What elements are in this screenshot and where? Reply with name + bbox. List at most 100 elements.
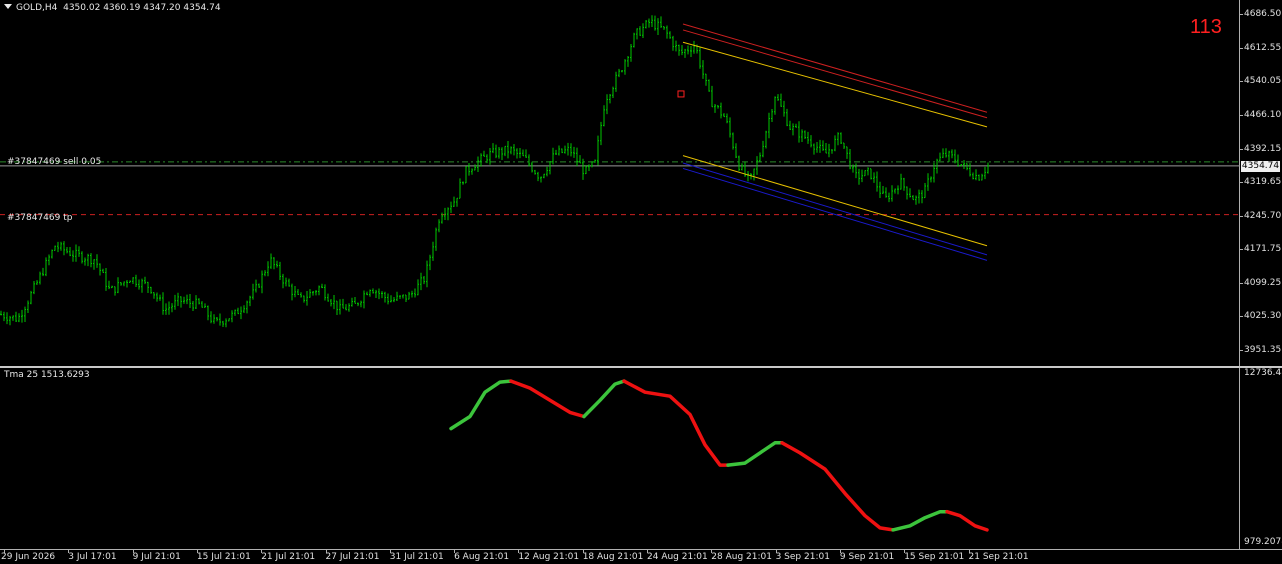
price-bar (597, 135, 599, 166)
price-bar (873, 172, 875, 183)
price-bar (21, 309, 23, 323)
price-bar (318, 285, 320, 296)
price-bar (351, 297, 353, 307)
price-tick-label: 4686.50 (1244, 9, 1282, 20)
price-bar (288, 278, 290, 287)
price-bar (540, 176, 542, 183)
price-bar (243, 305, 245, 313)
price-bar (387, 293, 389, 305)
price-bar (117, 277, 119, 294)
price-bar (24, 306, 26, 322)
price-bar (57, 241, 59, 253)
candlestick-bars (0, 15, 989, 328)
price-bar (111, 285, 113, 289)
price-bar (231, 310, 233, 323)
price-bar (891, 185, 893, 202)
regression-channel-line-red (682, 29, 988, 119)
price-axis[interactable]: 4686.50 4612.55 4540.05 4466.10 4392.15 4319.… (1239, 0, 1282, 366)
price-bar (615, 71, 617, 92)
price-bar (951, 149, 953, 159)
price-bar (429, 254, 431, 271)
close-price: 4354.74 (183, 3, 221, 13)
time-tick-label: 12 Aug 21:01 (518, 552, 580, 562)
price-chart-area[interactable]: GOLD,H4 4350.02 4360.19 4347.20 4354.74 … (0, 0, 1240, 366)
time-tick-label: 31 Jul 21:01 (389, 552, 444, 562)
price-tick-mark (1239, 316, 1243, 318)
price-tick-label: 4392.15 (1244, 143, 1282, 154)
price-bar (54, 245, 56, 251)
time-tick-label: 9 Jul 21:01 (132, 552, 181, 562)
price-bar (570, 143, 572, 157)
price-bar (339, 299, 341, 315)
price-bar (915, 195, 917, 205)
price-bar (99, 263, 101, 276)
price-bar (375, 289, 377, 299)
price-bar (660, 16, 662, 28)
price-bar (510, 146, 512, 155)
time-axis[interactable]: 29 Jun 2026 3 Jul 17:01 9 Jul 21:01 15 Jul … (0, 549, 1282, 564)
price-bar (714, 103, 716, 113)
price-bar (561, 148, 563, 154)
price-bar (690, 45, 692, 57)
price-bar (72, 250, 74, 262)
price-bar (144, 276, 146, 285)
price-bar (684, 48, 686, 58)
dropdown-triangle-icon[interactable] (4, 4, 12, 9)
price-bar (702, 60, 704, 79)
price-bar (66, 247, 68, 254)
price-bar (864, 170, 866, 177)
price-bar (942, 148, 944, 159)
price-bar (687, 45, 689, 55)
price-bar (543, 173, 545, 179)
price-bar (651, 15, 653, 27)
price-tick-label: 4245.70 (1244, 210, 1282, 221)
tma-line-segment-up (891, 509, 949, 532)
price-bar (225, 318, 227, 328)
price-bar (408, 291, 410, 300)
price-bar (918, 189, 920, 204)
time-tick-label: 6 Aug 21:01 (454, 552, 510, 562)
price-bar (222, 320, 224, 328)
price-bar (612, 86, 614, 99)
tma-line-segment-down (780, 441, 895, 532)
price-bar (45, 257, 47, 277)
price-bar (579, 155, 581, 164)
price-tick-label: 4612.55 (1244, 42, 1282, 53)
price-bar (765, 130, 767, 149)
price-bar (78, 246, 80, 257)
price-bar (693, 40, 695, 54)
price-bar (987, 162, 989, 174)
price-tick-label: 3951.35 (1244, 345, 1282, 356)
price-tick-mark (1239, 350, 1243, 352)
price-bar (831, 149, 833, 154)
price-bar (576, 147, 578, 167)
price-bar (771, 109, 773, 122)
price-bar (636, 28, 638, 40)
price-bar (396, 291, 398, 301)
price-bar (276, 260, 278, 268)
price-bar (306, 291, 308, 306)
price-bar (897, 185, 899, 195)
price-bar (42, 267, 44, 277)
price-tick-label: 4171.75 (1244, 244, 1282, 255)
price-bar (63, 241, 65, 256)
time-tick-label: 29 Jun 2026 (1, 552, 56, 562)
indicator-subwindow[interactable]: Tma 25 1513.6293 (0, 368, 1240, 549)
price-bar (711, 85, 713, 108)
price-bar (645, 20, 647, 29)
price-bar (468, 163, 470, 176)
price-bar (126, 280, 128, 288)
price-bar (36, 280, 38, 285)
price-bar (909, 188, 911, 198)
price-bar (720, 102, 722, 119)
price-bar (975, 169, 977, 181)
price-bar (282, 273, 284, 289)
price-chart-svg[interactable] (0, 0, 1240, 366)
price-bar (501, 147, 503, 160)
price-bar (30, 290, 32, 305)
trade-marker[interactable] (677, 90, 685, 98)
price-bar (585, 165, 587, 175)
price-bar (186, 294, 188, 305)
price-bar (105, 267, 107, 291)
price-bar (774, 96, 776, 115)
